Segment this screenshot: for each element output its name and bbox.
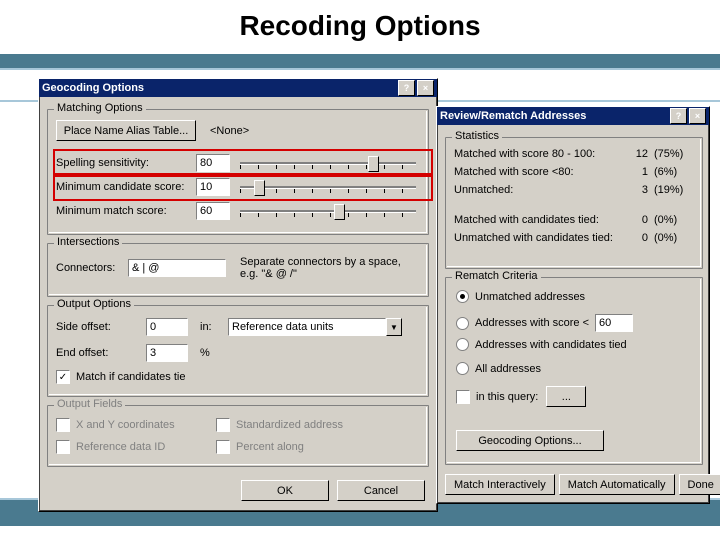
stat5-p: (0%)	[654, 232, 694, 244]
min-candidate-input[interactable]: 10	[196, 178, 230, 196]
stat3-n: 3	[626, 184, 648, 196]
side-offset-input[interactable]: 0	[146, 318, 188, 336]
end-offset-label: End offset:	[56, 347, 146, 359]
alias-value: <None>	[210, 125, 249, 137]
match-automatically-button[interactable]: Match Automatically	[559, 474, 675, 495]
min-candidate-slider[interactable]	[236, 178, 420, 196]
place-alias-button[interactable]: Place Name Alias Table...	[56, 120, 196, 141]
end-unit-label: %	[200, 347, 210, 359]
stat4-label: Matched with candidates tied:	[454, 214, 626, 226]
close-button[interactable]: ×	[417, 80, 434, 96]
stat5-label: Unmatched with candidates tied:	[454, 232, 626, 244]
geocoding-titlebar: Geocoding Options ? ×	[39, 79, 437, 97]
min-match-label: Minimum match score:	[56, 205, 196, 217]
rematch-group-label: Rematch Criteria	[452, 270, 541, 282]
intersections-group-label: Intersections	[54, 236, 122, 248]
geocoding-options-window: Geocoding Options ? × Matching Options P…	[38, 78, 438, 512]
fields-group-label: Output Fields	[54, 398, 125, 410]
cancel-button[interactable]: Cancel	[337, 480, 425, 501]
radio-tied-label: Addresses with candidates tied	[475, 339, 627, 351]
radio-unmatched-label: Unmatched addresses	[475, 291, 585, 303]
stat2-label: Matched with score <80:	[454, 166, 626, 178]
page-title: Recoding Options	[0, 10, 720, 42]
output-options-group: Output Options Side offset: 0 in: Refere…	[47, 305, 429, 397]
match-tie-label: Match if candidates tie	[76, 371, 185, 383]
intersections-group: Intersections Connectors: & | @ Separate…	[47, 243, 429, 297]
spelling-input[interactable]: 80	[196, 154, 230, 172]
match-tie-checkbox[interactable]: ✓	[56, 370, 70, 384]
query-builder-button[interactable]: ...	[546, 386, 586, 407]
statistics-group: Statistics Matched with score 80 - 100:1…	[445, 137, 703, 269]
side-offset-label: Side offset:	[56, 321, 146, 333]
side-in-label: in:	[200, 321, 228, 333]
xy-label: X and Y coordinates	[76, 419, 216, 431]
end-offset-input[interactable]: 3	[146, 344, 188, 362]
std-checkbox	[216, 418, 230, 432]
stat2-n: 1	[626, 166, 648, 178]
done-button[interactable]: Done	[679, 474, 720, 495]
in-query-label: in this query:	[476, 391, 538, 403]
help-button[interactable]: ?	[398, 80, 415, 96]
stat1-label: Matched with score 80 - 100:	[454, 148, 626, 160]
pct-checkbox	[216, 440, 230, 454]
connectors-hint: Separate connectors by a space, e.g. "& …	[240, 256, 410, 280]
radio-all-label: All addresses	[475, 363, 541, 375]
ref-label: Reference data ID	[76, 441, 216, 453]
geocoding-title: Geocoding Options	[42, 82, 396, 94]
stat4-n: 0	[626, 214, 648, 226]
min-match-input[interactable]: 60	[196, 202, 230, 220]
review-title: Review/Rematch Addresses	[440, 110, 668, 122]
connectors-input[interactable]: & | @	[128, 259, 226, 277]
review-rematch-window: Review/Rematch Addresses ? × Statistics …	[436, 106, 710, 504]
geocoding-options-button[interactable]: Geocoding Options...	[456, 430, 604, 451]
output-group-label: Output Options	[54, 298, 134, 310]
min-candidate-label: Minimum candidate score:	[56, 181, 196, 193]
stat2-p: (6%)	[654, 166, 694, 178]
rematch-criteria-group: Rematch Criteria Unmatched addresses Add…	[445, 277, 703, 465]
std-label: Standardized address	[236, 419, 343, 431]
ref-checkbox	[56, 440, 70, 454]
stats-group-label: Statistics	[452, 130, 502, 142]
radio-unmatched[interactable]	[456, 290, 469, 303]
spelling-label: Spelling sensitivity:	[56, 157, 196, 169]
spelling-slider[interactable]	[236, 154, 420, 172]
chevron-down-icon[interactable]: ▼	[386, 318, 402, 336]
help-button[interactable]: ?	[670, 108, 687, 124]
close-button[interactable]: ×	[689, 108, 706, 124]
radio-score[interactable]	[456, 317, 469, 330]
stat4-p: (0%)	[654, 214, 694, 226]
min-match-slider[interactable]	[236, 202, 420, 220]
match-interactively-button[interactable]: Match Interactively	[445, 474, 555, 495]
matching-group-label: Matching Options	[54, 102, 146, 114]
radio-score-label: Addresses with score <	[475, 317, 589, 329]
stat1-n: 12	[626, 148, 648, 160]
stat3-label: Unmatched:	[454, 184, 626, 196]
output-fields-group: Output Fields X and Y coordinates Standa…	[47, 405, 429, 467]
stat5-n: 0	[626, 232, 648, 244]
ok-button[interactable]: OK	[241, 480, 329, 501]
stat3-p: (19%)	[654, 184, 694, 196]
in-query-checkbox[interactable]	[456, 390, 470, 404]
radio-tied[interactable]	[456, 338, 469, 351]
review-titlebar: Review/Rematch Addresses ? ×	[437, 107, 709, 125]
radio-all[interactable]	[456, 362, 469, 375]
connectors-label: Connectors:	[56, 262, 128, 274]
xy-checkbox	[56, 418, 70, 432]
pct-label: Percent along	[236, 441, 304, 453]
stat1-p: (75%)	[654, 148, 694, 160]
score-threshold-input[interactable]: 60	[595, 314, 633, 332]
matching-options-group: Matching Options Place Name Alias Table.…	[47, 109, 429, 235]
side-units-select[interactable]: Reference data units	[228, 318, 386, 336]
